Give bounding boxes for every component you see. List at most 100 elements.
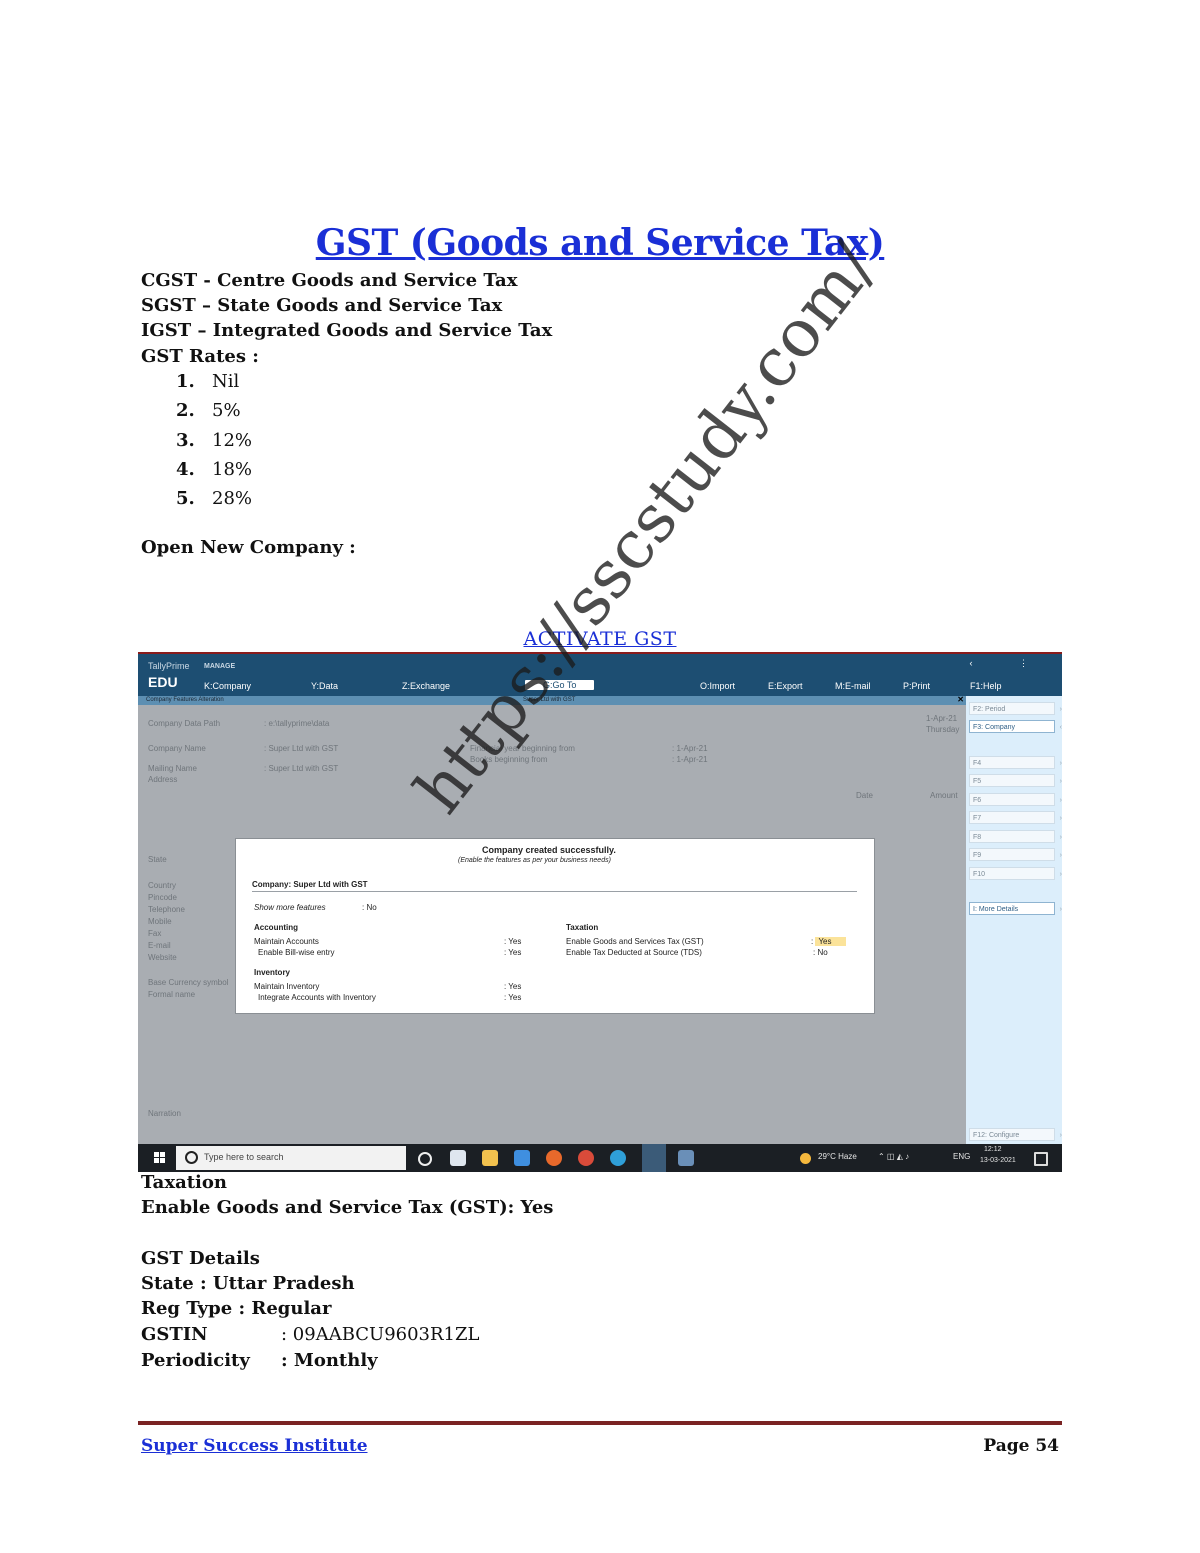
rate-item: 1. Nil (176, 371, 240, 392)
show-more-value[interactable]: : No (362, 903, 377, 912)
weather-text[interactable]: 29°C Haze (818, 1152, 857, 1161)
weather-icon[interactable] (800, 1153, 811, 1164)
manage-label: MANAGE (204, 663, 236, 670)
fkey-f6[interactable]: F6 › (969, 793, 1062, 806)
bg-label: Country (148, 881, 177, 890)
inventory-heading: Inventory (254, 968, 291, 977)
definition-igst: IGST – Integrated Goods and Service Tax (141, 320, 553, 341)
edge-icon[interactable] (610, 1150, 626, 1166)
task-view-icon[interactable] (450, 1150, 466, 1166)
menu-email[interactable]: M:E-mail (835, 681, 871, 691)
notification-icon[interactable] (1034, 1152, 1048, 1166)
periodicity-value: : Monthly (281, 1350, 378, 1371)
bg-label: Mailing Name (148, 764, 197, 773)
search-placeholder: Type here to search (204, 1152, 284, 1162)
open-company-heading: Open New Company : (141, 537, 356, 558)
chrome-icon[interactable] (578, 1150, 594, 1166)
rate-item: 2. 5% (176, 400, 241, 421)
section-taxation: Taxation (141, 1172, 227, 1193)
bg-label: Pincode (148, 893, 177, 902)
cortana-icon[interactable] (418, 1152, 432, 1166)
menu-help[interactable]: F1:Help (970, 681, 1002, 691)
gst-rates-heading: GST Rates : (141, 346, 259, 367)
reg-type-line: Reg Type : Regular (141, 1298, 332, 1319)
bg-date: 1-Apr-21 (926, 714, 958, 723)
bg-label: Address (148, 775, 178, 784)
enable-gst-line: Enable Goods and Service Tax (GST): Yes (141, 1197, 554, 1218)
menu-company[interactable]: K:Company (204, 681, 251, 691)
rate-item: 5. 28% (176, 488, 253, 509)
fkey-f9[interactable]: F9 › (969, 848, 1062, 861)
footer-institute[interactable]: Super Success Institute (141, 1436, 368, 1456)
bg-label: Date (856, 791, 873, 800)
bg-label: Company Name (148, 744, 206, 753)
maintain-inventory-label: Maintain Inventory (254, 982, 320, 991)
bg-value: : 1-Apr-21 (672, 744, 708, 753)
mail-icon[interactable] (514, 1150, 530, 1166)
bg-label: Base Currency symbol (148, 978, 229, 987)
rate-item: 4. 18% (176, 459, 253, 480)
show-more-label: Show more features (254, 903, 326, 912)
enable-gst-value[interactable]: : Yes (811, 937, 846, 946)
function-key-panel: F2: Period › F3: Company ‹ F4 › F5 › F6 › F7 ›… (966, 696, 1062, 1172)
bg-value: : Super Ltd with GST (264, 764, 339, 773)
fkey-company[interactable]: F3: Company ‹ (969, 720, 1062, 733)
tally-top-bar: TallyPrime EDU MANAGE K:Company Y:Data Z… (138, 654, 1062, 696)
windows-start-icon[interactable] (154, 1152, 166, 1164)
app-icon[interactable] (678, 1150, 694, 1166)
language-indicator[interactable]: ENG (953, 1152, 970, 1161)
close-icon[interactable]: ✕ (957, 695, 964, 704)
menu-import[interactable]: O:Import (700, 681, 735, 691)
dialog-company: Company: Super Ltd with GST (252, 880, 368, 889)
windows-taskbar: Type here to search 29°C Haze ⌃ ◫ ◭ ♪ EN… (138, 1144, 1062, 1172)
brand-name: TallyPrime (148, 661, 190, 671)
bg-label: Website (148, 953, 177, 962)
bg-label: E-mail (148, 941, 171, 950)
integrate-label: Integrate Accounts with Inventory (258, 993, 376, 1002)
bg-label: Formal name (148, 990, 196, 999)
clock-date[interactable]: 13-03-2021 (980, 1157, 1016, 1164)
footer-rule (138, 1421, 1062, 1425)
enable-tds-value[interactable]: : No (813, 948, 828, 957)
bill-wise-value[interactable]: : Yes (504, 948, 521, 957)
maintain-inventory-value[interactable]: : Yes (504, 982, 521, 991)
bg-label: Fax (148, 929, 162, 938)
firefox-icon[interactable] (546, 1150, 562, 1166)
menu-export[interactable]: E:Export (768, 681, 803, 691)
state-line: State : Uttar Pradesh (141, 1273, 355, 1294)
fkey-f8[interactable]: F8 › (969, 830, 1062, 843)
dialog-heading: Company created successfully. (482, 845, 616, 855)
accounting-heading: Accounting (254, 923, 298, 932)
gstin-label: GSTIN (141, 1324, 208, 1345)
fkey-f10[interactable]: F10 › (969, 867, 1062, 880)
window-controls-icon[interactable]: ‹ ⋮ (970, 658, 1051, 669)
divider (252, 891, 857, 892)
fkey-f4[interactable]: F4 › (969, 756, 1062, 769)
menu-print[interactable]: P:Print (903, 681, 930, 691)
bg-label: Telephone (148, 905, 185, 914)
taskbar-search-input[interactable]: Type here to search (176, 1146, 406, 1170)
maintain-accounts-label: Maintain Accounts (254, 937, 319, 946)
clock-time[interactable]: 12:12 (984, 1146, 1002, 1153)
fkey-f5[interactable]: F5 › (969, 774, 1062, 787)
fkey-configure[interactable]: F12: Configure › (969, 1128, 1062, 1141)
tally-taskbar-icon[interactable] (642, 1144, 666, 1172)
bg-label: Mobile (148, 917, 172, 926)
bg-label: Company Data Path (148, 719, 221, 728)
bg-label: Amount (930, 791, 958, 800)
integrate-value[interactable]: : Yes (504, 993, 521, 1002)
bg-label: Narration (148, 1109, 181, 1118)
fkey-f7[interactable]: F7 › (969, 811, 1062, 824)
rate-item: 3. 12% (176, 430, 253, 451)
menu-data[interactable]: Y:Data (311, 681, 338, 691)
definition-sgst: SGST – State Goods and Service Tax (141, 295, 503, 316)
file-explorer-icon[interactable] (482, 1150, 498, 1166)
menu-exchange[interactable]: Z:Exchange (402, 681, 450, 691)
fkey-more-details[interactable]: I: More Details › (969, 902, 1062, 915)
maintain-accounts-value[interactable]: : Yes (504, 937, 521, 946)
fkey-period[interactable]: F2: Period › (969, 702, 1062, 715)
search-icon (185, 1151, 198, 1164)
tray-icons[interactable]: ⌃ ◫ ◭ ♪ (878, 1152, 909, 1161)
brand-edition: EDU (148, 674, 178, 690)
periodicity-label: Periodicity (141, 1350, 250, 1371)
